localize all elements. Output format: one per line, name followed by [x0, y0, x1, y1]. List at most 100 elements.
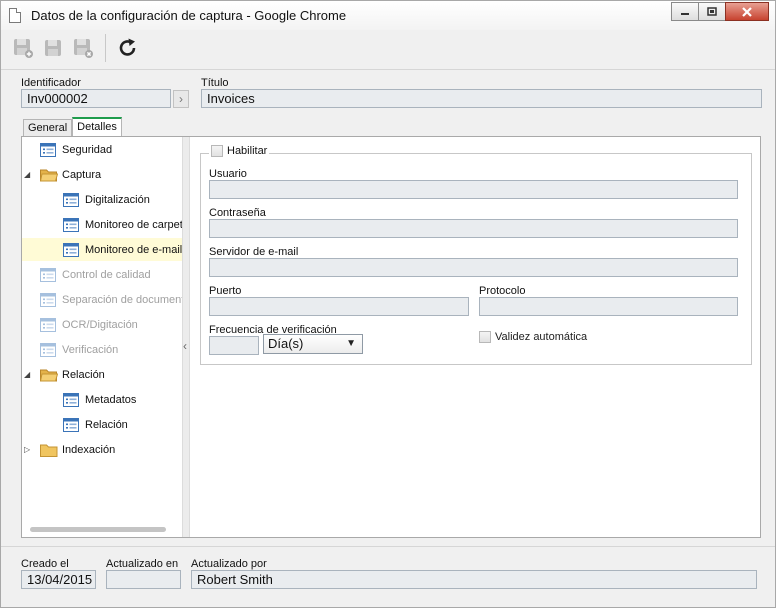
tab-general[interactable]: General — [23, 119, 73, 136]
password-input[interactable] — [209, 219, 738, 238]
form-icon — [63, 392, 79, 407]
form-icon — [63, 417, 79, 432]
save-icon — [45, 40, 61, 56]
created-label: Creado el — [21, 558, 69, 570]
window-title: Datos de la configuración de captura - G… — [31, 8, 347, 23]
tree-item[interactable]: Separación de document — [22, 288, 182, 311]
tree-item-label: Relación — [85, 418, 128, 431]
close-button[interactable] — [725, 2, 769, 21]
identifier-label: Identificador — [21, 77, 81, 89]
updated-by-field: Robert Smith — [191, 570, 757, 589]
chevron-right-icon: › — [179, 92, 183, 106]
toolbar-separator — [105, 34, 106, 62]
folder-open-icon — [39, 368, 59, 382]
tree-item-label: OCR/Digitación — [62, 318, 138, 331]
tree-item[interactable]: Control de calidad — [22, 263, 182, 286]
enable-toggle[interactable]: Habilitar — [209, 145, 270, 157]
minimize-icon — [681, 12, 689, 15]
save-new-button[interactable] — [9, 34, 37, 62]
auto-validity-checkbox[interactable] — [479, 331, 491, 343]
title-field[interactable]: Invoices — [201, 89, 762, 108]
page-icon — [9, 8, 21, 23]
expanded-arrow-icon[interactable]: ◢ — [24, 170, 32, 179]
dropdown-arrow-icon: ▼ — [346, 338, 356, 349]
toolbar-divider — [1, 69, 775, 70]
save-close-button[interactable] — [69, 34, 97, 62]
tree-horizontal-scrollbar[interactable] — [30, 527, 166, 532]
panel-splitter[interactable] — [182, 137, 190, 537]
tree-item[interactable]: Digitalización — [22, 188, 182, 211]
tree-item[interactable]: Monitoreo de carpet — [22, 213, 182, 236]
tree-item[interactable]: ◢ Relación — [22, 363, 182, 386]
form-icon — [63, 242, 79, 257]
toolbar — [9, 32, 144, 64]
created-field: 13/04/2015 — [21, 570, 96, 589]
frequency-unit-select[interactable]: Día(s) ▼ — [263, 334, 363, 354]
refresh-button[interactable] — [114, 34, 142, 62]
user-input[interactable] — [209, 180, 738, 199]
identifier-field[interactable]: Inv000002 — [21, 89, 171, 108]
port-input[interactable] — [209, 297, 469, 316]
tree-item-label: Monitoreo de carpet — [85, 218, 182, 231]
server-input[interactable] — [209, 258, 738, 277]
folder-open-icon — [39, 168, 59, 182]
form-icon — [40, 317, 56, 332]
minimize-button[interactable] — [671, 2, 699, 21]
enable-label: Habilitar — [227, 145, 268, 157]
form-icon — [40, 142, 56, 157]
port-label: Puerto — [209, 285, 242, 297]
tree-item-label: Relación — [62, 368, 105, 381]
folder-closed-icon — [40, 443, 58, 457]
tree-item-label: Digitalización — [85, 193, 150, 206]
tree-item[interactable]: Relación — [22, 413, 182, 436]
tree-item-label: Seguridad — [62, 143, 113, 156]
server-label: Servidor de e-mail — [209, 246, 299, 258]
tree-item[interactable]: Verificación — [22, 338, 182, 361]
form-icon — [63, 192, 79, 207]
expanded-arrow-icon[interactable]: ◢ — [24, 370, 32, 379]
tree-item-label: Captura — [62, 168, 102, 181]
protocol-label: Protocolo — [479, 285, 526, 297]
user-label: Usuario — [209, 168, 247, 180]
tree-item-label: Verificación — [62, 343, 119, 356]
tree-item-label: Metadatos — [85, 393, 137, 406]
tree-item[interactable]: ◢ Captura — [22, 163, 182, 186]
window-titlebar: Datos de la configuración de captura - G… — [0, 0, 776, 30]
close-icon — [742, 6, 752, 17]
tree-item[interactable]: OCR/Digitación — [22, 313, 182, 336]
auto-validity-label: Validez automática — [495, 331, 588, 343]
updated-label: Actualizado en — [106, 558, 179, 570]
frequency-unit-value: Día(s) — [268, 336, 304, 351]
frequency-input[interactable] — [209, 336, 259, 355]
restore-button[interactable] — [698, 2, 726, 21]
collapse-arrow-icon[interactable]: ‹ — [183, 339, 187, 353]
details-panel: Seguridad ◢ Captura Digitalización Monitoreo… — [21, 136, 761, 538]
save-new-icon — [14, 39, 33, 58]
tree-item[interactable]: ▷ Indexación — [22, 438, 182, 461]
password-label: Contraseña — [209, 207, 266, 219]
tree-item[interactable]: Seguridad — [22, 138, 182, 161]
enable-checkbox[interactable] — [211, 145, 223, 157]
footer-divider — [1, 546, 775, 547]
title-label: Título — [201, 77, 229, 89]
tree-item-label: Control de calidad — [62, 268, 151, 281]
tab-detalles[interactable]: Detalles — [72, 117, 122, 136]
refresh-icon — [119, 38, 136, 56]
form-icon — [63, 217, 79, 232]
save-button[interactable] — [39, 34, 67, 62]
window-controls — [671, 2, 769, 22]
updated-field — [106, 570, 181, 589]
tree-item-label: Separación de document — [62, 293, 182, 306]
collapsed-arrow-icon[interactable]: ▷ — [24, 445, 32, 454]
tree-item-label: Indexación — [62, 443, 116, 456]
dialog-body: Identificador Inv000002 › Título Invoice… — [0, 30, 776, 608]
identifier-next-button[interactable]: › — [173, 90, 189, 108]
form-icon — [40, 267, 56, 282]
updated-by-label: Actualizado por — [191, 558, 267, 570]
tree-item[interactable]: Monitoreo de e-mail — [22, 238, 182, 261]
tree-item[interactable]: Metadatos — [22, 388, 182, 411]
form-icon — [40, 292, 56, 307]
protocol-input[interactable] — [479, 297, 738, 316]
tree-item-label: Monitoreo de e-mail — [85, 243, 182, 256]
auto-validity-toggle[interactable]: Validez automática — [479, 331, 587, 343]
